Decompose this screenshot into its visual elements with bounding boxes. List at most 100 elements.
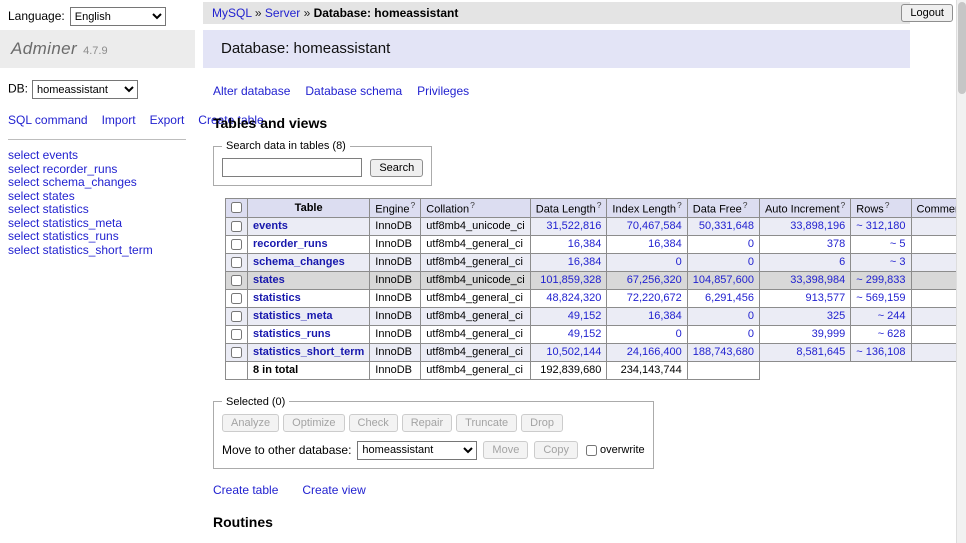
cell-index-length-link[interactable]: 16,384 <box>648 238 682 250</box>
cell-auto-increment-link[interactable]: 8,581,645 <box>796 346 845 358</box>
cell-auto-increment-link[interactable]: 33,398,984 <box>790 274 845 286</box>
row-checkbox[interactable] <box>231 239 242 250</box>
search-button[interactable]: Search <box>370 159 423 177</box>
overwrite-checkbox[interactable] <box>586 445 597 456</box>
sidebar-table-link-select-statistics-runs[interactable]: select statistics_runs <box>8 229 119 243</box>
table-name-link-statistics-runs[interactable]: statistics_runs <box>253 328 331 340</box>
cell-data-free-link[interactable]: 50,331,648 <box>699 220 754 232</box>
sidebar-action-export[interactable]: Export <box>150 113 185 127</box>
table-name-link-states[interactable]: states <box>253 274 285 286</box>
column-help-icon[interactable]: ? <box>411 200 416 210</box>
cell-rows-link[interactable]: ~ 312,180 <box>856 220 905 232</box>
table-name-link-schema-changes[interactable]: schema_changes <box>253 256 345 268</box>
truncate-button[interactable]: Truncate <box>456 414 517 432</box>
copy-button[interactable]: Copy <box>534 441 578 459</box>
breadcrumb-link-server[interactable]: Server <box>265 6 300 20</box>
optimize-button[interactable]: Optimize <box>283 414 344 432</box>
select-all-checkbox[interactable] <box>231 202 242 213</box>
column-header-data-free[interactable]: Data Free? <box>687 199 759 218</box>
cell-data-length-link[interactable]: 101,859,328 <box>540 274 601 286</box>
cell-rows-link[interactable]: ~ 299,833 <box>856 274 905 286</box>
cell-index-length-link[interactable]: 0 <box>676 256 682 268</box>
scrollbar[interactable] <box>956 0 966 543</box>
nav-link-privileges[interactable]: Privileges <box>417 84 469 98</box>
sidebar-action-sql-command[interactable]: SQL command <box>8 113 88 127</box>
row-checkbox[interactable] <box>231 347 242 358</box>
row-checkbox[interactable] <box>231 293 242 304</box>
cell-auto-increment-link[interactable]: 913,577 <box>806 292 846 304</box>
row-checkbox[interactable] <box>231 311 242 322</box>
cell-data-length-link[interactable]: 16,384 <box>568 256 602 268</box>
row-checkbox[interactable] <box>231 221 242 232</box>
cell-data-length-link[interactable]: 49,152 <box>568 310 602 322</box>
cell-data-free-link[interactable]: 0 <box>748 310 754 322</box>
cell-data-free-link[interactable]: 0 <box>748 238 754 250</box>
table-name-link-statistics[interactable]: statistics <box>253 292 301 304</box>
cell-index-length-link[interactable]: 67,256,320 <box>627 274 682 286</box>
drop-button[interactable]: Drop <box>521 414 563 432</box>
column-help-icon[interactable]: ? <box>885 200 890 210</box>
logout-button[interactable]: Logout <box>901 4 953 22</box>
cell-rows-link[interactable]: ~ 5 <box>890 238 906 250</box>
language-select[interactable]: English <box>70 7 166 26</box>
cell-data-length-link[interactable]: 16,384 <box>568 238 602 250</box>
cell-index-length-link[interactable]: 24,166,400 <box>627 346 682 358</box>
db-select[interactable]: homeassistant <box>32 80 138 99</box>
column-header-data-length[interactable]: Data Length? <box>530 199 607 218</box>
sidebar-table-link-select-recorder-runs[interactable]: select recorder_runs <box>8 162 117 176</box>
table-name-link-events[interactable]: events <box>253 220 288 232</box>
cell-rows-link[interactable]: ~ 244 <box>878 310 906 322</box>
sidebar-action-import[interactable]: Import <box>102 113 136 127</box>
nav-link-database-schema[interactable]: Database schema <box>305 84 402 98</box>
cell-auto-increment-link[interactable]: 6 <box>839 256 845 268</box>
cell-data-free-link[interactable]: 104,857,600 <box>693 274 754 286</box>
column-help-icon[interactable]: ? <box>597 200 602 210</box>
cell-data-free-link[interactable]: 188,743,680 <box>693 346 754 358</box>
column-help-icon[interactable]: ? <box>470 200 475 210</box>
column-help-icon[interactable]: ? <box>743 200 748 210</box>
cell-rows-link[interactable]: ~ 136,108 <box>856 346 905 358</box>
cell-auto-increment-link[interactable]: 33,898,196 <box>790 220 845 232</box>
analyze-button[interactable]: Analyze <box>222 414 279 432</box>
cell-data-length-link[interactable]: 48,824,320 <box>546 292 601 304</box>
table-name-link-statistics-short-term[interactable]: statistics_short_term <box>253 346 364 358</box>
scrollbar-thumb[interactable] <box>958 2 966 94</box>
repair-button[interactable]: Repair <box>402 414 452 432</box>
sidebar-table-link-select-events[interactable]: select events <box>8 148 78 162</box>
cell-data-length-link[interactable]: 49,152 <box>568 328 602 340</box>
row-checkbox[interactable] <box>231 329 242 340</box>
cell-index-length-link[interactable]: 72,220,672 <box>627 292 682 304</box>
cell-auto-increment-link[interactable]: 39,999 <box>812 328 846 340</box>
column-header-index-length[interactable]: Index Length? <box>607 199 687 218</box>
cell-index-length-link[interactable]: 0 <box>676 328 682 340</box>
nav-link-alter-database[interactable]: Alter database <box>213 84 290 98</box>
column-header-auto-increment[interactable]: Auto Increment? <box>759 199 850 218</box>
move-button[interactable]: Move <box>483 441 528 459</box>
cell-auto-increment-link[interactable]: 378 <box>827 238 845 250</box>
sidebar-table-link-select-statistics[interactable]: select statistics <box>8 202 89 216</box>
search-input[interactable] <box>222 158 362 177</box>
cell-data-free-link[interactable]: 0 <box>748 328 754 340</box>
breadcrumb-link-mysql[interactable]: MySQL <box>212 6 252 20</box>
row-checkbox[interactable] <box>231 257 242 268</box>
create-view-link[interactable]: Create view <box>302 483 365 497</box>
cell-data-length-link[interactable]: 31,522,816 <box>546 220 601 232</box>
cell-index-length-link[interactable]: 70,467,584 <box>627 220 682 232</box>
column-header-collation[interactable]: Collation? <box>421 199 530 218</box>
column-header-rows[interactable]: Rows? <box>851 199 911 218</box>
sidebar-table-link-select-statistics-short-term[interactable]: select statistics_short_term <box>8 243 153 257</box>
cell-data-length-link[interactable]: 10,502,144 <box>546 346 601 358</box>
create-table-link[interactable]: Create table <box>213 483 278 497</box>
table-name-link-recorder-runs[interactable]: recorder_runs <box>253 238 328 250</box>
table-name-link-statistics-meta[interactable]: statistics_meta <box>253 310 333 322</box>
row-checkbox[interactable] <box>231 275 242 286</box>
cell-index-length-link[interactable]: 16,384 <box>648 310 682 322</box>
column-help-icon[interactable]: ? <box>841 200 846 210</box>
column-header-engine[interactable]: Engine? <box>370 199 421 218</box>
cell-data-free-link[interactable]: 6,291,456 <box>705 292 754 304</box>
app-logo[interactable]: Adminer <box>11 39 77 58</box>
cell-data-free-link[interactable]: 0 <box>748 256 754 268</box>
column-header-table[interactable]: Table <box>248 199 370 218</box>
sidebar-table-link-select-schema-changes[interactable]: select schema_changes <box>8 175 137 189</box>
cell-rows-link[interactable]: ~ 569,159 <box>856 292 905 304</box>
